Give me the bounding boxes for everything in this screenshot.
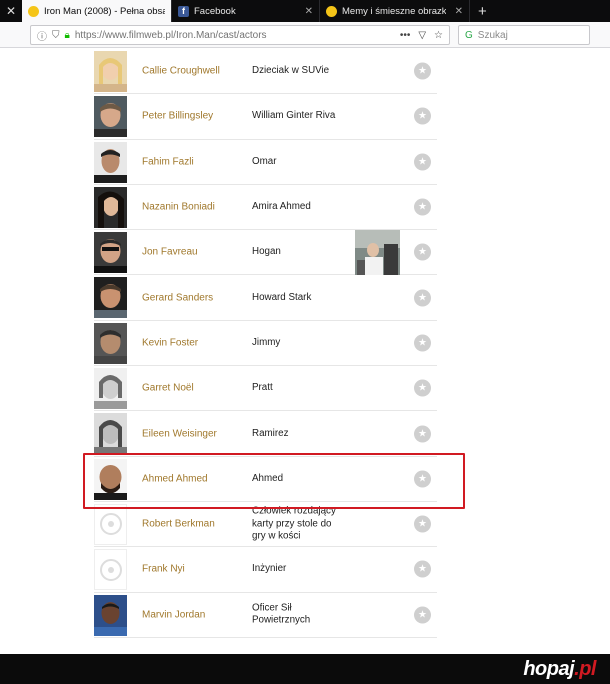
- actor-name-link[interactable]: Callie Croughwell: [142, 66, 220, 77]
- actor-name-link[interactable]: Peter Billingsley: [142, 111, 213, 122]
- search-placeholder: Szukaj: [477, 29, 508, 41]
- pocket-icon[interactable]: ▽: [418, 30, 426, 41]
- tab-bar: ✕ Iron Man (2008) - Pełna obsada f Faceb…: [0, 0, 610, 22]
- cast-row: Fahim Fazli Omar ★: [94, 140, 437, 185]
- close-icon[interactable]: ✕: [455, 6, 463, 17]
- actor-photo-placeholder[interactable]: [94, 503, 127, 545]
- actor-photo[interactable]: [94, 277, 127, 319]
- page-content: Callie Croughwell Dzieciak w SUVie ★ Pet…: [0, 49, 610, 654]
- role-name: Dzieciak w SUVie: [252, 64, 330, 76]
- star-icon[interactable]: ★: [414, 334, 431, 352]
- new-tab-button[interactable]: +: [470, 0, 495, 22]
- cast-row: Callie Croughwell Dzieciak w SUVie ★: [94, 49, 437, 95]
- star-icon[interactable]: ★: [414, 62, 431, 80]
- actor-name-link[interactable]: Frank Nyi: [142, 564, 185, 575]
- star-icon[interactable]: ★: [414, 379, 431, 397]
- actor-name-link[interactable]: Fahim Fazli: [142, 156, 194, 167]
- cast-row: Kevin Foster Jimmy ★: [94, 321, 437, 367]
- watermark-logo: hopaj.pl: [523, 658, 596, 680]
- actor-name-link[interactable]: Jon Favreau: [142, 247, 198, 258]
- watermark-bar: hopaj.pl: [0, 654, 610, 684]
- actor-name-link[interactable]: Garret Noël: [142, 383, 194, 394]
- role-name: Omar: [252, 155, 277, 167]
- actor-photo[interactable]: [94, 458, 127, 500]
- actor-name-link[interactable]: Kevin Foster: [142, 337, 198, 348]
- role-name: Inżynier: [252, 563, 287, 575]
- tab-label: Memy i śmieszne obrazki z gło: [342, 5, 446, 17]
- role-name: Hogan: [252, 246, 281, 258]
- actor-photo[interactable]: [94, 96, 127, 138]
- cast-row: Nazanin Boniadi Amira Ahmed ★: [94, 185, 437, 231]
- bookmark-star-icon[interactable]: ☆: [434, 30, 443, 41]
- actor-photo[interactable]: [94, 322, 127, 364]
- info-icon[interactable]: ⓘ: [37, 28, 47, 43]
- cast-row: Peter Billingsley William Ginter Riva ★: [94, 94, 437, 140]
- actor-photo[interactable]: [94, 232, 127, 274]
- film-reel-icon: [99, 558, 122, 581]
- search-input[interactable]: G Szukaj: [458, 25, 590, 45]
- actor-photo[interactable]: [94, 186, 127, 228]
- cast-row: Eileen Weisinger Ramirez ★: [94, 411, 437, 457]
- close-icon[interactable]: ✕: [305, 6, 313, 17]
- actor-photo[interactable]: [94, 368, 127, 410]
- role-name: Amira Ahmed: [252, 200, 311, 212]
- cast-row: Robert Berkman Człowiek rozdający karty …: [94, 502, 437, 548]
- star-icon[interactable]: ★: [414, 606, 431, 624]
- role-name: Pratt: [252, 381, 273, 393]
- star-icon[interactable]: ★: [414, 153, 431, 171]
- actor-photo-placeholder[interactable]: [94, 549, 127, 591]
- more-icon[interactable]: •••: [400, 30, 411, 41]
- tab-facebook[interactable]: f Facebook ✕: [172, 0, 320, 22]
- star-icon[interactable]: ★: [414, 289, 431, 307]
- film-reel-icon: [99, 513, 122, 536]
- tab-iron-man[interactable]: Iron Man (2008) - Pełna obsada: [22, 0, 172, 22]
- star-icon[interactable]: ★: [414, 515, 431, 533]
- cast-row: Frank Nyi Inżynier ★: [94, 547, 437, 593]
- url-text[interactable]: https://www.filmweb.pl/Iron.Man/cast/act…: [75, 30, 395, 41]
- role-name: Howard Stark: [252, 291, 312, 303]
- actor-photo[interactable]: [94, 413, 127, 455]
- tab-label: Facebook: [194, 5, 236, 17]
- smile-icon: [326, 5, 337, 17]
- lock-icon[interactable]: 🔒︎: [65, 30, 70, 41]
- role-name: Człowiek rozdający karty przy stole do g…: [252, 505, 336, 542]
- star-icon[interactable]: ★: [414, 560, 431, 578]
- star-icon[interactable]: ★: [414, 470, 431, 488]
- tab-memy[interactable]: Memy i śmieszne obrazki z gło ✕: [320, 0, 470, 22]
- cast-row: Gerard Sanders Howard Stark ★: [94, 275, 437, 321]
- cast-list: Callie Croughwell Dzieciak w SUVie ★ Pet…: [94, 49, 437, 638]
- url-bar[interactable]: ⓘ ⛉ 🔒︎ https://www.filmweb.pl/Iron.Man/c…: [30, 25, 450, 45]
- cast-row: Marvin Jordan Oficer Sił Powietrznych ★: [94, 593, 437, 638]
- shield-icon[interactable]: ⛉: [52, 30, 60, 41]
- star-icon[interactable]: ★: [414, 243, 431, 261]
- actor-name-link[interactable]: Nazanin Boniadi: [142, 202, 215, 213]
- actor-photo[interactable]: [94, 141, 127, 183]
- actor-photo[interactable]: [94, 51, 127, 92]
- actor-name-link[interactable]: Robert Berkman: [142, 519, 215, 530]
- star-icon[interactable]: ★: [414, 198, 431, 216]
- role-name: Ramirez: [252, 427, 289, 439]
- actor-name-link[interactable]: Ahmed Ahmed: [142, 473, 208, 484]
- facebook-icon: f: [178, 5, 189, 17]
- actor-photo[interactable]: [94, 594, 127, 636]
- role-name: Jimmy: [252, 336, 281, 348]
- star-icon[interactable]: ★: [414, 425, 431, 443]
- role-name: Oficer Sił Powietrznych: [252, 602, 311, 626]
- actor-name-link[interactable]: Gerard Sanders: [142, 292, 213, 303]
- close-icon[interactable]: ✕: [0, 0, 22, 22]
- role-name: Ahmed: [252, 472, 284, 484]
- search-engine-icon: G: [465, 29, 473, 41]
- cast-row: Jon Favreau Hogan ★: [94, 230, 437, 276]
- cast-row: Garret Noël Pratt ★: [94, 366, 437, 412]
- actor-name-link[interactable]: Eileen Weisinger: [142, 428, 217, 439]
- role-name: William Ginter Riva: [252, 110, 336, 122]
- smile-icon: [28, 5, 39, 17]
- actor-name-link[interactable]: Marvin Jordan: [142, 609, 205, 620]
- cast-row-highlighted: Ahmed Ahmed Ahmed ★: [94, 457, 437, 502]
- scene-still[interactable]: [355, 230, 400, 276]
- star-icon[interactable]: ★: [414, 107, 431, 125]
- nav-bar: ⓘ ⛉ 🔒︎ https://www.filmweb.pl/Iron.Man/c…: [0, 22, 610, 48]
- tab-label: Iron Man (2008) - Pełna obsada: [44, 5, 165, 17]
